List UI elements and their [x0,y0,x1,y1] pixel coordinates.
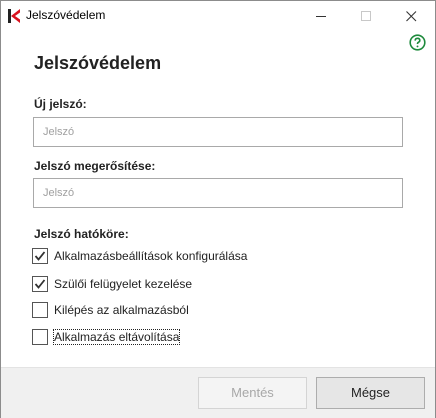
new-password-label: Új jelszó: [34,97,87,111]
checkbox-unchecked[interactable] [32,302,48,318]
close-button[interactable] [389,1,434,31]
maximize-button[interactable] [344,1,389,31]
checkbox-checked[interactable] [32,248,48,264]
confirm-password-field[interactable]: Jelszó [33,178,403,208]
cancel-button[interactable]: Mégse [316,377,425,409]
confirm-password-placeholder: Jelszó [43,187,75,199]
checkbox-label: Kilépés az alkalmazásból [54,303,189,317]
new-password-field[interactable]: Jelszó [33,117,403,147]
kaspersky-logo-icon [8,9,20,23]
checkbox-label: Szülői felügyelet kezelése [54,277,193,291]
checkbox-checked[interactable] [32,276,48,292]
checkbox-label: Alkalmazásbeállítások konfigurálása [54,249,248,263]
checkbox-unchecked[interactable] [32,329,48,345]
minimize-button[interactable] [299,1,344,31]
new-password-placeholder: Jelszó [43,126,75,138]
window-title: Jelszóvédelem [26,8,106,22]
help-icon[interactable] [409,34,426,51]
page-title: Jelszóvédelem [34,53,162,73]
save-button[interactable]: Mentés [198,377,307,409]
password-scope-label: Jelszó hatóköre: [34,227,129,241]
dialog-footer: Mentés Mégse [1,367,435,418]
checkbox-label: Alkalmazás eltávolítása [52,329,181,345]
password-protection-window: Jelszóvédelem Jelszóvédelem Új jelszó: J… [0,0,436,418]
confirm-password-label: Jelszó megerősítése: [34,159,156,173]
title-bar: Jelszóvédelem [1,1,435,31]
